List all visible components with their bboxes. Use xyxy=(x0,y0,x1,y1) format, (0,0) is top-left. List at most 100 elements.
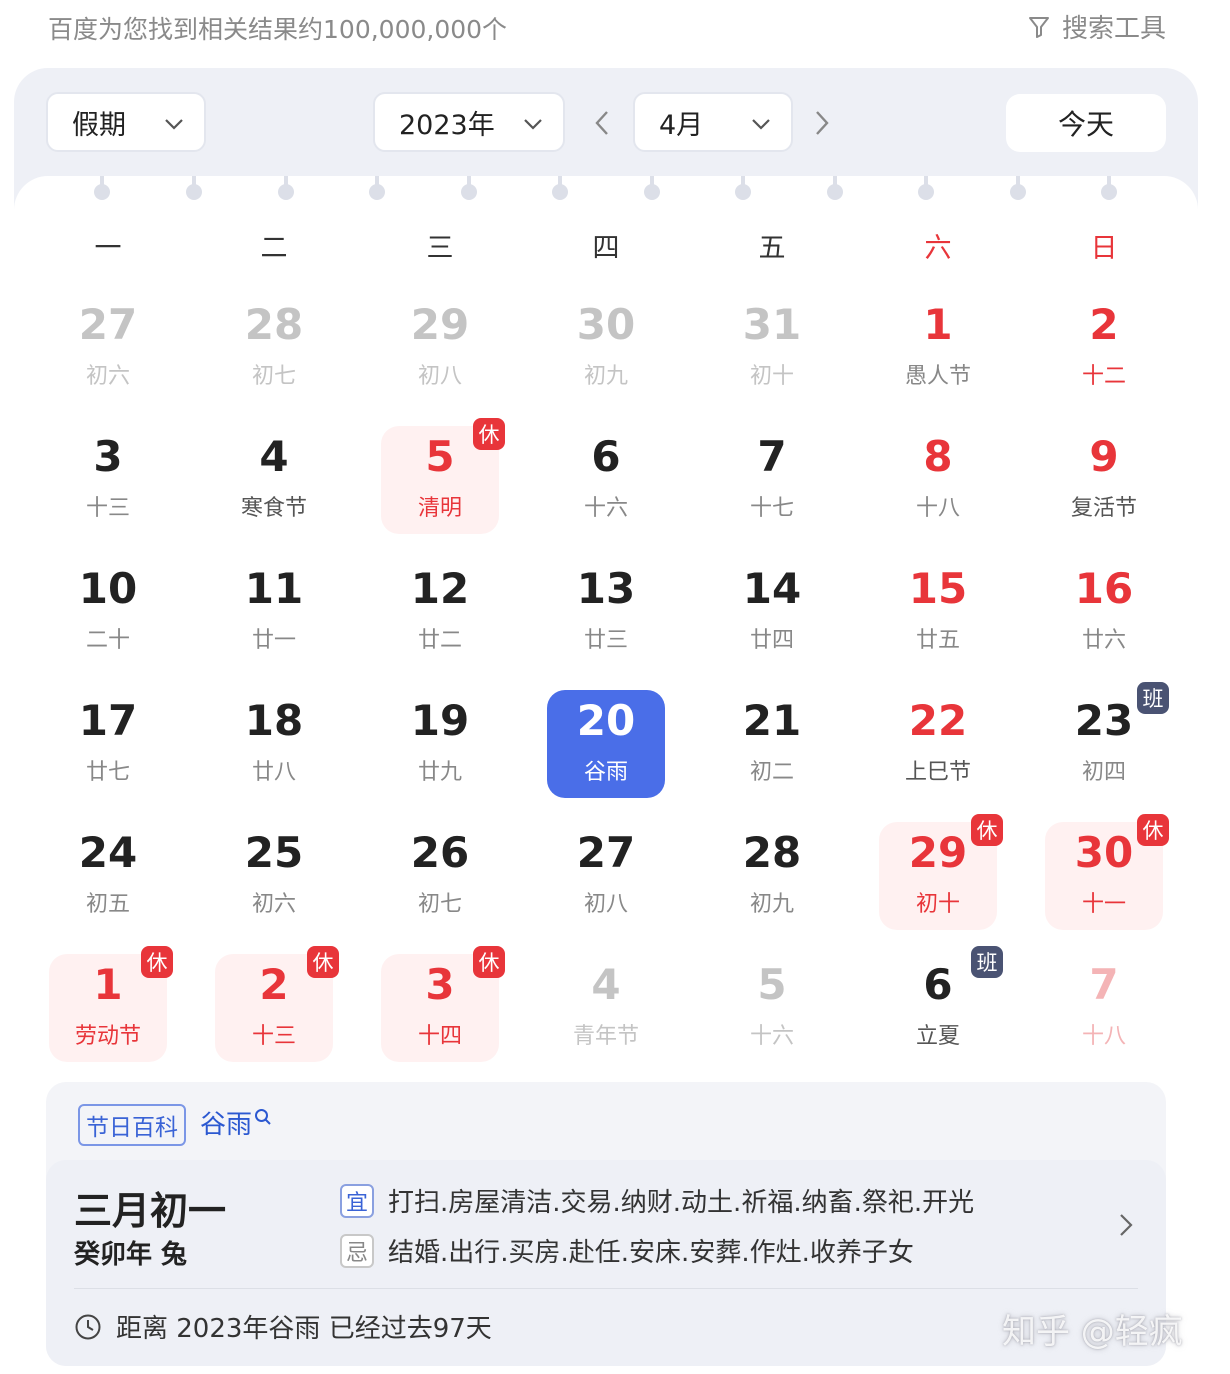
day-number: 15 xyxy=(908,564,968,613)
calendar-day-cell[interactable]: 11 廿一 xyxy=(215,558,333,666)
lunar-date: 三月初一 xyxy=(74,1188,227,1233)
calendar-day-cell[interactable]: 21 初二 xyxy=(713,690,831,798)
day-number: 20 xyxy=(576,696,636,745)
lunar-label: 廿一 xyxy=(251,628,296,653)
yi-badge: 宜 xyxy=(340,1183,374,1218)
binder-ring xyxy=(1101,176,1117,200)
calendar-day-cell[interactable]: 27 初六 xyxy=(49,294,167,402)
day-number: 22 xyxy=(908,696,968,745)
today-button[interactable]: 今天 xyxy=(1006,94,1166,152)
workday-badge: 班 xyxy=(1137,682,1169,714)
day-number: 31 xyxy=(742,300,802,349)
calendar-day-cell[interactable]: 4 青年节 xyxy=(547,954,665,1062)
calendar-day-cell[interactable]: 5 清明休 xyxy=(381,418,505,534)
binder-ring xyxy=(94,176,110,200)
calendar-day-cell[interactable]: 9 复活节 xyxy=(1045,426,1163,534)
baike-term-link[interactable]: 谷雨 xyxy=(200,1104,272,1141)
lunar-label: 初十 xyxy=(749,364,794,389)
result-count: 百度为您找到相关结果约100,000,000个 xyxy=(48,15,508,44)
calendar-day-cell[interactable]: 6 十六 xyxy=(547,426,665,534)
binder-ring xyxy=(278,176,294,200)
calendar-day-cell[interactable]: 2 十三休 xyxy=(215,946,339,1062)
month-select[interactable]: 4月 xyxy=(633,92,793,152)
calendar-day-cell[interactable]: 4 寒食节 xyxy=(215,426,333,534)
calendar-day-cell[interactable]: 12 廿二 xyxy=(381,558,499,666)
prev-month-arrow-icon[interactable] xyxy=(592,108,612,138)
calendar-day-cell[interactable]: 22 上巳节 xyxy=(879,690,997,798)
lunar-label: 愚人节 xyxy=(904,364,971,389)
calendar-day-cell[interactable]: 7 十八 xyxy=(1045,954,1163,1062)
lunar-label: 初七 xyxy=(417,892,462,917)
calendar-day-cell[interactable]: 29 初八 xyxy=(381,294,499,402)
calendar-day-cell[interactable]: 14 廿四 xyxy=(713,558,831,666)
calendar-day-cell[interactable]: 16 廿六 xyxy=(1045,558,1163,666)
lunar-label: 十一 xyxy=(1081,892,1126,917)
calendar-day-cell[interactable]: 20 谷雨 xyxy=(547,690,665,798)
calendar-day-cell[interactable]: 30 十一休 xyxy=(1045,814,1169,930)
calendar-day-cell[interactable]: 10 二十 xyxy=(49,558,167,666)
weekday-header: 三 xyxy=(426,233,454,264)
lunar-label: 初七 xyxy=(251,364,296,389)
day-number: 9 xyxy=(1089,432,1119,481)
calendar-day-cell[interactable]: 24 初五 xyxy=(49,822,167,930)
calendar-day-cell[interactable]: 26 初七 xyxy=(381,822,499,930)
day-number: 27 xyxy=(576,828,636,877)
year-select[interactable]: 2023年 xyxy=(373,92,565,152)
day-number: 27 xyxy=(78,300,138,349)
calendar-day-cell[interactable]: 17 廿七 xyxy=(49,690,167,798)
lunar-label: 谷雨 xyxy=(583,760,628,785)
holiday-badge: 休 xyxy=(971,814,1003,846)
calendar-day-cell[interactable]: 13 廿三 xyxy=(547,558,665,666)
calendar-day-cell[interactable]: 5 十六 xyxy=(713,954,831,1062)
lunar-label: 廿五 xyxy=(915,628,960,653)
calendar-day-cell[interactable]: 27 初八 xyxy=(547,822,665,930)
calendar-day-cell[interactable]: 6 立夏班 xyxy=(879,946,1003,1062)
ji-row: 忌 结婚.出行.买房.赴任.安床.安葬.作灶.收养子女 xyxy=(340,1232,914,1269)
binder-ring xyxy=(552,176,568,200)
chevron-down-icon xyxy=(165,119,183,130)
holiday-select[interactable]: 假期 xyxy=(46,92,206,152)
lunar-label: 十七 xyxy=(749,496,794,521)
calendar-day-cell[interactable]: 2 十二 xyxy=(1045,294,1163,402)
binder-ring xyxy=(186,176,202,200)
calendar-day-cell[interactable]: 8 十八 xyxy=(879,426,997,534)
day-number: 7 xyxy=(757,432,787,481)
lunar-label: 廿九 xyxy=(417,760,462,785)
calendar-day-cell[interactable]: 30 初九 xyxy=(547,294,665,402)
lunar-label: 二十 xyxy=(85,628,130,653)
calendar-day-cell[interactable]: 29 初十休 xyxy=(879,814,1003,930)
calendar-day-cell[interactable]: 23 初四班 xyxy=(1045,682,1169,798)
calendar-day-cell[interactable]: 3 十三 xyxy=(49,426,167,534)
almanac-card[interactable]: 三月初一 癸卯年 兔 宜 打扫.房屋清洁.交易.纳财.动土.祈福.纳畜.祭祀.开… xyxy=(46,1160,1166,1366)
day-number: 17 xyxy=(78,696,138,745)
weekday-header: 四 xyxy=(592,233,620,264)
watermark: 知乎 @轻疯 xyxy=(1002,1312,1183,1352)
day-number: 16 xyxy=(1074,564,1134,613)
calendar-day-cell[interactable]: 18 廿八 xyxy=(215,690,333,798)
binder-ring xyxy=(461,176,477,200)
ji-badge: 忌 xyxy=(340,1233,374,1268)
next-month-arrow-icon[interactable] xyxy=(812,108,832,138)
calendar-day-cell[interactable]: 25 初六 xyxy=(215,822,333,930)
month-select-label: 4月 xyxy=(659,109,704,141)
lunar-label: 初二 xyxy=(749,760,794,785)
lunar-label: 初十 xyxy=(915,892,960,917)
calendar-day-cell[interactable]: 3 十四休 xyxy=(381,946,505,1062)
since-row: 距离 2023年谷雨 已经过去97天 xyxy=(74,1308,492,1345)
day-number: 29 xyxy=(410,300,470,349)
binder-ring xyxy=(827,176,843,200)
calendar-day-cell[interactable]: 19 廿九 xyxy=(381,690,499,798)
lunar-label: 廿六 xyxy=(1081,628,1126,653)
calendar-day-cell[interactable]: 7 十七 xyxy=(713,426,831,534)
calendar-day-cell[interactable]: 1 愚人节 xyxy=(879,294,997,402)
calendar-day-cell[interactable]: 28 初九 xyxy=(713,822,831,930)
search-tools-button[interactable]: 搜索工具 xyxy=(1028,8,1166,45)
calendar-day-cell[interactable]: 28 初七 xyxy=(215,294,333,402)
chevron-right-icon[interactable] xyxy=(1118,1212,1134,1238)
calendar-day-cell[interactable]: 1 劳动节休 xyxy=(49,946,173,1062)
calendar-day-cell[interactable]: 15 廿五 xyxy=(879,558,997,666)
holiday-badge: 休 xyxy=(473,946,505,978)
lunar-label: 青年节 xyxy=(572,1024,639,1049)
holiday-badge: 休 xyxy=(1137,814,1169,846)
calendar-day-cell[interactable]: 31 初十 xyxy=(713,294,831,402)
